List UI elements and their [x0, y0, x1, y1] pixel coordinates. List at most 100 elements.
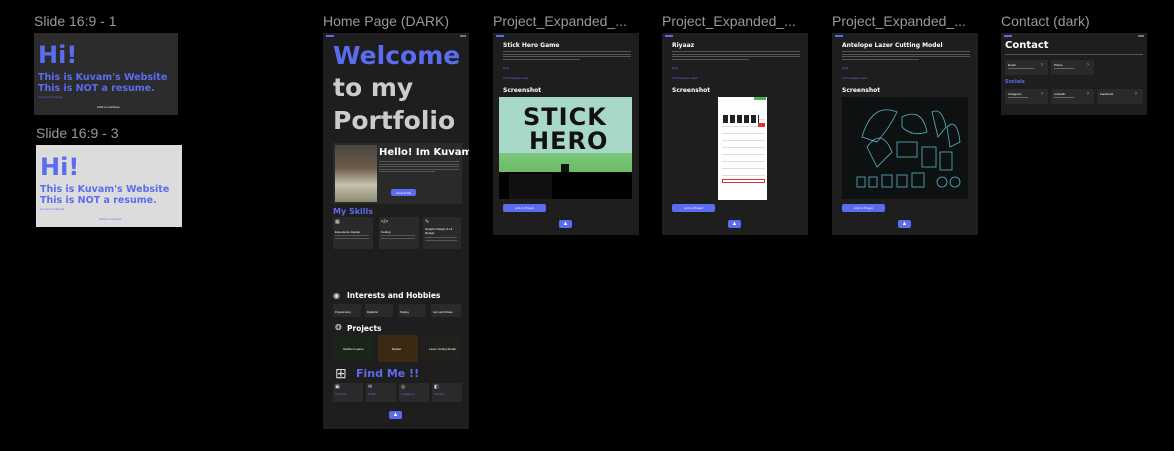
frame-title-home[interactable]: Home Page (DARK) — [323, 13, 449, 29]
frame-title-contact[interactable]: Contact (dark) — [1001, 13, 1090, 29]
interest-item: Digital Art — [365, 304, 393, 317]
project-card[interactable]: Stickhero game — [333, 335, 373, 362]
social-card[interactable]: Facebook › — [1097, 89, 1143, 104]
interest-item: Gym and Fitness — [431, 304, 461, 317]
link-to-project-button[interactable]: Link to Project — [842, 204, 885, 212]
project-name: Antelope Lazer Cutting Model — [842, 42, 943, 49]
profile-photo — [335, 145, 377, 202]
findme-icon: ⊞ — [335, 365, 347, 381]
project-label: Stickhero game — [343, 347, 364, 351]
slide3-frame[interactable]: Hi! This is Kuvam's Website This is NOT … — [36, 145, 182, 227]
logo-mark — [1004, 35, 1012, 37]
scroll-top-button[interactable]: ▲ — [728, 220, 741, 228]
interest-label: Gym and Fitness — [433, 311, 453, 314]
email-card[interactable]: Email › — [1005, 60, 1048, 75]
tech-label: Technologies Used — [503, 76, 529, 80]
scroll-top-button[interactable]: ▲ — [559, 220, 572, 228]
findme-heading: Find Me !! — [356, 367, 420, 380]
chevron-right-icon: › — [1087, 62, 1089, 68]
interests-heading: Interests and Hobbies — [347, 291, 441, 300]
skill-card: ▦ Experience Design — [333, 217, 373, 249]
logo-mark — [665, 35, 673, 37]
project-card[interactable]: Laser Cutting Model — [423, 335, 461, 362]
findme-card[interactable]: ✉ Email — [366, 383, 396, 402]
phone-label: Phone — [1054, 63, 1063, 67]
nav-link[interactable] — [460, 35, 466, 37]
frame-title-p3[interactable]: Project_Expanded_... — [832, 13, 978, 29]
linkedin-icon: ▣ — [335, 384, 340, 390]
slide3-hi: Hi! — [40, 153, 80, 181]
hero-sprite — [561, 164, 569, 172]
screenshot-label: Screenshot — [503, 87, 542, 94]
findme-label: Email — [368, 392, 376, 396]
slide1-line1: This is Kuvam's Website — [38, 72, 168, 83]
skill-card: ✎ Graphic Design & UI Design — [423, 217, 461, 249]
interests-icon: ◉ — [333, 291, 340, 300]
skill-title: Coding — [381, 230, 391, 234]
instagram-icon: ◎ — [401, 384, 406, 390]
findme-label: Instagram — [401, 392, 415, 396]
skill-title: Experience Design — [335, 230, 361, 234]
slide1-line2: This is NOT a resume. — [38, 83, 155, 94]
link-to-project-button[interactable]: Link to Project — [672, 204, 715, 212]
frame-title-p2[interactable]: Project_Expanded_... — [662, 13, 808, 29]
hello-title: Hello! Im Kuvam — [379, 147, 469, 158]
portfolio-title: Portfolio — [333, 106, 456, 135]
scroll-top-button[interactable]: ▲ — [898, 220, 911, 228]
slide3-cta[interactable]: Click to Continue — [99, 217, 122, 221]
logo-mark — [835, 35, 843, 37]
slide1-frame[interactable]: Hi! This is Kuvam's Website This is NOT … — [34, 33, 178, 115]
project1-frame[interactable]: Stick Hero Game Role Technologies Used S… — [493, 33, 639, 235]
nav-link[interactable] — [1138, 35, 1144, 37]
skills-heading: My Skills — [333, 207, 374, 216]
discord-icon: ◧ — [434, 384, 439, 390]
contact-me-button[interactable]: Contact Me — [391, 189, 416, 196]
findme-label: Discord — [434, 392, 445, 396]
findme-card[interactable]: ◎ Instagram — [399, 383, 429, 402]
role-label: Role — [672, 66, 679, 70]
social-label: Instagram — [1008, 92, 1022, 96]
email-label: Email — [1008, 63, 1016, 67]
slide1-cta[interactable]: Click to Continue — [97, 105, 120, 109]
slide3-small: It is kind of though. — [40, 207, 66, 211]
chevron-right-icon: › — [1087, 91, 1089, 97]
social-label: Facebook — [1100, 92, 1114, 96]
email-icon: ✉ — [368, 384, 373, 390]
interest-label: Digital Art — [367, 311, 379, 314]
social-card[interactable]: LinkedIn › — [1051, 89, 1094, 104]
interest-label: Singing — [400, 311, 409, 314]
skill-title: Graphic Design & UI Design — [425, 227, 453, 235]
contact-frame[interactable]: Contact Email › Phone › Socials Instagram ›… — [1001, 33, 1147, 115]
home-frame[interactable]: Welcome to my Portfolio Hello! Im Kuvam … — [323, 33, 469, 429]
interest-label: Programming — [335, 311, 351, 314]
project-label: Laser Cutting Model — [429, 347, 456, 351]
screenshot-label: Screenshot — [672, 87, 711, 94]
link-to-project-button[interactable]: Link to Project — [503, 204, 546, 212]
interest-item: Programming — [333, 304, 361, 317]
contact-heading: Contact — [1005, 40, 1049, 51]
project2-frame[interactable]: Riyaaz Role Technologies Used Screenshot… — [662, 33, 808, 235]
projects-icon: ❂ — [335, 323, 342, 332]
scroll-top-button[interactable]: ▲ — [389, 411, 402, 419]
laser-model-screenshot — [842, 97, 968, 199]
layout-icon: ▦ — [335, 219, 340, 225]
design-icon: ✎ — [425, 219, 430, 225]
findme-card[interactable]: ◧ Discord — [432, 383, 462, 402]
social-card[interactable]: Instagram › — [1005, 89, 1048, 104]
slide3-line2: This is NOT a resume. — [40, 195, 157, 206]
projects-heading: Projects — [347, 324, 382, 333]
welcome-title: Welcome — [333, 41, 461, 70]
game-title-2: HERO — [529, 127, 609, 155]
skill-card: </> Coding — [379, 217, 419, 249]
screenshot-label: Screenshot — [842, 87, 881, 94]
findme-card[interactable]: ▣ LinkedIn — [333, 383, 363, 402]
slide1-small: It is kind of though. — [38, 95, 64, 99]
project-card[interactable]: Riyaaz — [378, 335, 418, 362]
frame-title-p1[interactable]: Project_Expanded_... — [493, 13, 639, 29]
findme-label: LinkedIn — [335, 392, 347, 396]
project3-frame[interactable]: Antelope Lazer Cutting Model Role Techno… — [832, 33, 978, 235]
socials-heading: Socials — [1005, 79, 1025, 85]
frame-title-slide1[interactable]: Slide 16:9 - 1 — [34, 13, 117, 29]
frame-title-slide3[interactable]: Slide 16:9 - 3 — [36, 125, 119, 141]
phone-card[interactable]: Phone › — [1051, 60, 1094, 75]
